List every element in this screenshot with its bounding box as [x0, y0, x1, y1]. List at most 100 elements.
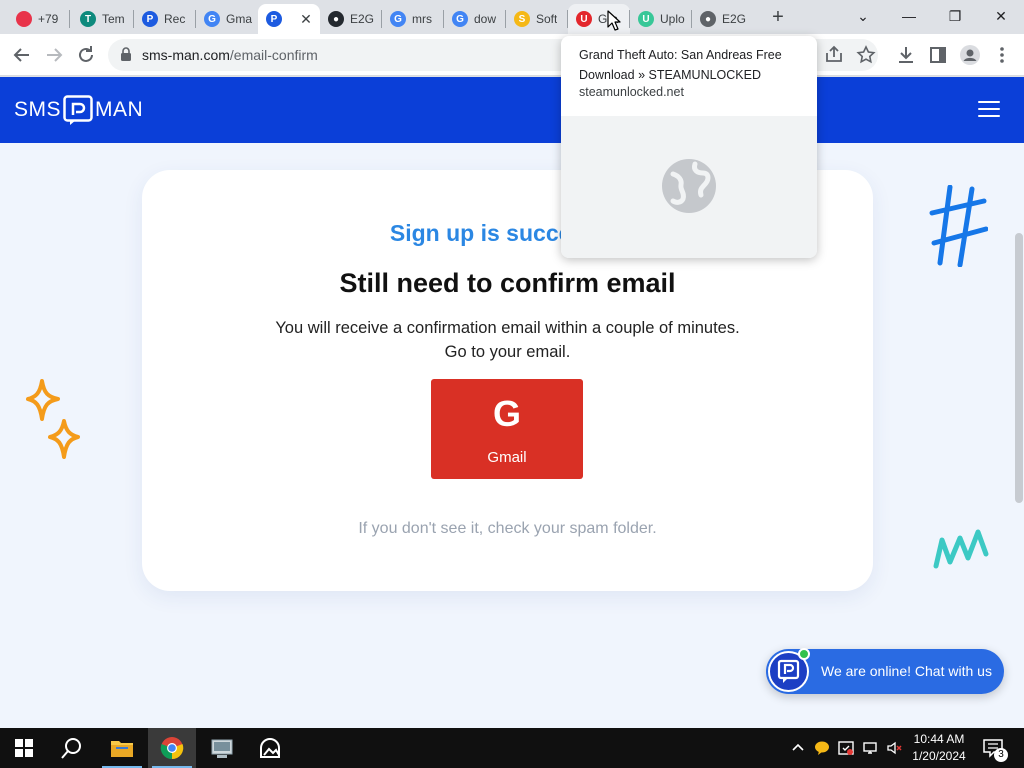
tab-title: Rec: [164, 12, 186, 26]
tray-security-icon[interactable]: [838, 740, 854, 756]
squiggle-doodle-icon: [933, 529, 989, 569]
new-tab-button[interactable]: +: [766, 6, 790, 30]
browser-tab[interactable]: Gmrs: [382, 4, 444, 34]
browser-tab[interactable]: S Soft: [506, 4, 568, 34]
tray-overflow-icon[interactable]: [790, 740, 806, 756]
clock-time: 10:44 AM: [913, 732, 965, 746]
photos-icon: [260, 738, 280, 758]
site-header: SMS MAN: [0, 77, 1024, 143]
minimize-button[interactable]: —: [895, 4, 923, 28]
download-icon[interactable]: [894, 43, 918, 67]
tab-separator: [69, 10, 70, 28]
search-icon: [61, 738, 81, 759]
temp-mail-icon: T: [80, 11, 96, 27]
hamburger-menu-icon[interactable]: [978, 101, 1000, 119]
logo-text-right: MAN: [95, 98, 144, 121]
notification-count-badge: 3: [994, 748, 1008, 762]
side-panel-icon[interactable]: [926, 43, 950, 67]
google-icon: G: [390, 11, 406, 27]
hover-card-domain: steamunlocked.net: [579, 85, 684, 99]
site-logo[interactable]: SMS MAN: [14, 93, 143, 127]
app-window-icon: [211, 739, 233, 758]
browser-toolbar: sms-man.com/email-confirm: [0, 34, 1024, 76]
url-path: /email-confirm: [229, 47, 318, 63]
photos-taskbar-button[interactable]: [246, 728, 294, 768]
network-icon[interactable]: [862, 740, 878, 756]
tab-title: E2G: [722, 12, 747, 26]
menu-kebab-icon[interactable]: [990, 43, 1014, 67]
system-clock[interactable]: 10:44 AM 1/20/2024: [900, 731, 978, 765]
hover-card-preview: [561, 116, 817, 258]
github-icon: ●: [328, 11, 344, 27]
confirmation-message: You will receive a confirmation email wi…: [275, 319, 740, 361]
browser-tab[interactable]: P Rec: [134, 4, 196, 34]
browser-tab[interactable]: ● E2G: [692, 4, 754, 34]
hash-doodle-icon: [929, 185, 988, 267]
browser-tab[interactable]: G Gma: [196, 4, 258, 34]
sms-man-icon: P: [142, 11, 158, 27]
lock-icon[interactable]: [120, 47, 132, 61]
tab-title: Uplo: [660, 12, 685, 26]
google-g-icon: G: [492, 393, 521, 434]
chat-prompt-text: We are online! Chat with us: [821, 663, 992, 679]
restore-button[interactable]: ❐: [941, 4, 969, 28]
google-icon: G: [452, 11, 468, 27]
hover-card-title: Grand Theft Auto: San Andreas Free Downl…: [579, 48, 782, 82]
google-icon: G: [204, 11, 220, 27]
mouse-cursor-icon: [607, 10, 621, 31]
sms-man-icon: P: [266, 11, 282, 27]
browser-tab[interactable]: +79: [8, 4, 70, 34]
folder-icon: [111, 741, 133, 757]
url-host: sms-man.com: [142, 47, 230, 63]
page-viewport: SMS MAN Sign up is successful Still need…: [0, 77, 1024, 728]
chrome-taskbar-button[interactable]: [148, 728, 196, 768]
tab-search-button[interactable]: ⌄: [849, 4, 877, 28]
reload-icon[interactable]: [74, 43, 98, 67]
logo-mark-icon: [63, 95, 93, 125]
windows-taskbar: 10:44 AM 1/20/2024 3: [0, 728, 1024, 768]
back-icon[interactable]: [10, 43, 34, 67]
share-icon[interactable]: [822, 43, 846, 67]
upload-icon: U: [638, 11, 654, 27]
logo-text-left: SMS: [14, 98, 62, 121]
browser-tab[interactable]: T Tem: [72, 4, 134, 34]
spam-folder-note: If you don't see it, check your spam fol…: [358, 520, 657, 537]
file-explorer-button[interactable]: [98, 728, 146, 768]
opera-icon: [16, 11, 32, 27]
app-taskbar-button[interactable]: [198, 728, 246, 768]
tab-title: E2G: [350, 12, 375, 26]
start-button[interactable]: [0, 728, 48, 768]
softonic-icon: S: [514, 11, 530, 27]
clock-date: 1/20/2024: [912, 749, 966, 763]
tab-title: mrs: [412, 12, 432, 26]
url-text[interactable]: sms-man.com/email-confirm: [142, 47, 318, 63]
scrollbar-thumb[interactable]: [1015, 233, 1023, 503]
sparkle-doodle-icon: [26, 379, 80, 459]
tab-title: Soft: [536, 12, 558, 26]
online-status-dot: [798, 648, 810, 660]
browser-tab[interactable]: U Uplo: [630, 4, 692, 34]
tab-close-icon[interactable]: ✕: [298, 11, 314, 27]
gmail-button-label: Gmail: [487, 449, 527, 466]
tab-hover-card: Grand Theft Auto: San Andreas Free Downl…: [561, 36, 817, 258]
profile-icon[interactable]: [958, 43, 982, 67]
browser-tab[interactable]: Gdow: [444, 4, 506, 34]
close-window-button[interactable]: ✕: [987, 4, 1015, 28]
browser-tab[interactable]: ● E2G: [320, 4, 382, 34]
browser-tab[interactable]: P ✕: [258, 4, 320, 34]
tab-title: Gma: [226, 12, 253, 26]
globe-icon: ●: [700, 11, 716, 27]
chrome-icon: [160, 737, 184, 760]
gmail-button[interactable]: G Gmail: [431, 379, 583, 479]
page-scrollbar[interactable]: [1014, 143, 1024, 728]
tab-title: dow: [474, 12, 497, 26]
globe-placeholder-icon: [662, 159, 716, 213]
forward-icon[interactable]: [42, 43, 66, 67]
steamunlocked-icon: U: [576, 11, 592, 27]
tab-title: +79: [38, 12, 59, 26]
live-chat-button[interactable]: We are online! Chat with us: [766, 648, 1004, 694]
search-button[interactable]: [48, 728, 96, 768]
windows-logo-icon: [15, 739, 33, 757]
tray-chat-app-icon[interactable]: [814, 740, 830, 756]
bookmark-star-icon[interactable]: [854, 43, 878, 67]
